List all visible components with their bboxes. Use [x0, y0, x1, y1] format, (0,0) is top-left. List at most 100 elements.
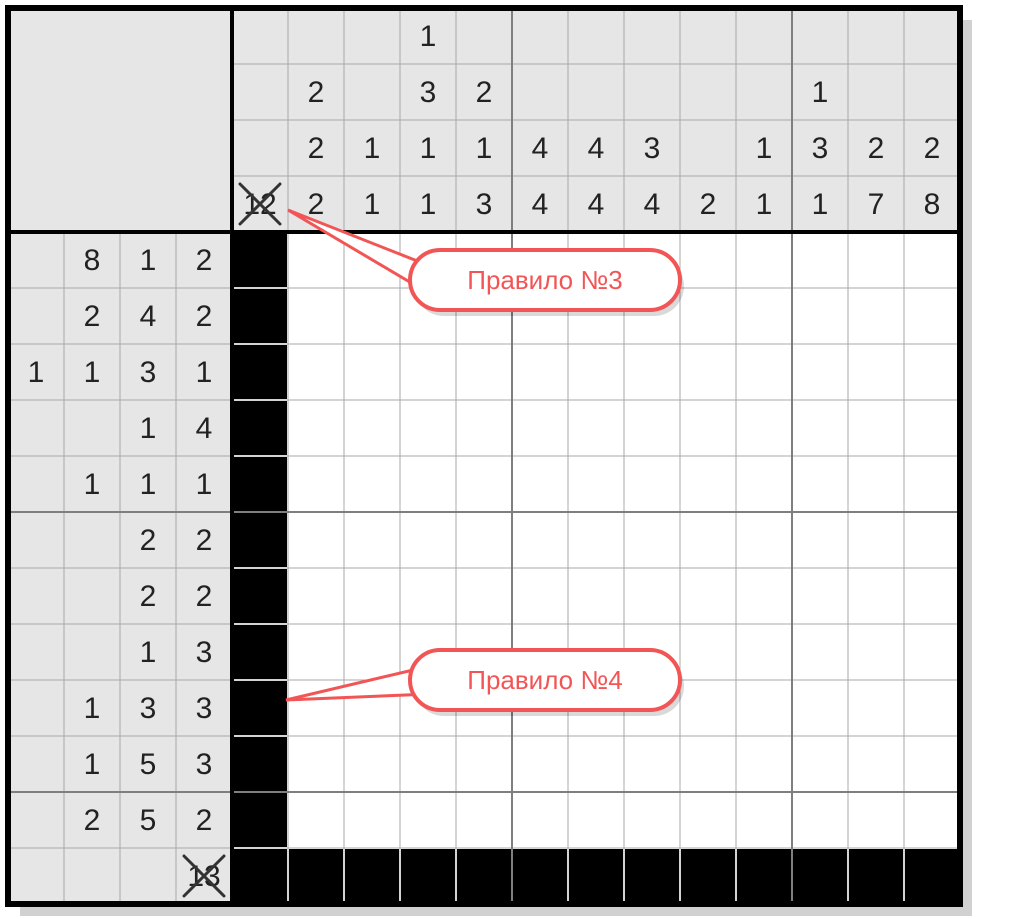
grid-cell[interactable]: [344, 568, 400, 624]
grid-cell[interactable]: [680, 344, 736, 400]
grid-cell[interactable]: [904, 624, 960, 680]
grid-cell[interactable]: [400, 456, 456, 512]
grid-cell[interactable]: [736, 456, 792, 512]
grid-cell[interactable]: [512, 512, 568, 568]
grid-cell[interactable]: [624, 344, 680, 400]
grid-cell[interactable]: [288, 512, 344, 568]
grid-cell[interactable]: [456, 512, 512, 568]
grid-cell[interactable]: [848, 456, 904, 512]
grid-cell[interactable]: [904, 232, 960, 288]
grid-cell[interactable]: [792, 456, 848, 512]
grid-cell[interactable]: [512, 400, 568, 456]
grid-cell[interactable]: [288, 736, 344, 792]
grid-cell[interactable]: [792, 344, 848, 400]
grid-cell[interactable]: [848, 680, 904, 736]
grid-cell[interactable]: [904, 512, 960, 568]
grid-cell[interactable]: [568, 400, 624, 456]
grid-cell[interactable]: [288, 344, 344, 400]
grid-cell[interactable]: [624, 512, 680, 568]
grid-cell[interactable]: [792, 680, 848, 736]
grid-cell[interactable]: [736, 232, 792, 288]
grid-cell[interactable]: [736, 512, 792, 568]
grid-cell[interactable]: [848, 624, 904, 680]
grid-cell[interactable]: [456, 344, 512, 400]
grid-cell[interactable]: [792, 512, 848, 568]
grid-cell[interactable]: [904, 680, 960, 736]
grid-cell[interactable]: [400, 512, 456, 568]
grid-cell[interactable]: [848, 400, 904, 456]
grid-cell[interactable]: [680, 736, 736, 792]
grid-cell[interactable]: [680, 400, 736, 456]
grid-cell[interactable]: [456, 456, 512, 512]
grid-cell[interactable]: [288, 568, 344, 624]
grid-cell[interactable]: [344, 512, 400, 568]
grid-cell[interactable]: [848, 568, 904, 624]
grid-cell[interactable]: [568, 512, 624, 568]
grid-cell[interactable]: [624, 736, 680, 792]
grid-cell[interactable]: [344, 456, 400, 512]
grid-cell[interactable]: [904, 736, 960, 792]
grid-cell[interactable]: [792, 400, 848, 456]
grid-cell[interactable]: [288, 288, 344, 344]
grid-cell[interactable]: [624, 568, 680, 624]
grid-cell[interactable]: [568, 792, 624, 848]
grid-cell[interactable]: [512, 344, 568, 400]
grid-cell[interactable]: [792, 232, 848, 288]
grid-cell[interactable]: [904, 456, 960, 512]
grid-cell[interactable]: [568, 736, 624, 792]
grid-cell[interactable]: [288, 456, 344, 512]
grid-cell[interactable]: [680, 232, 736, 288]
grid-cell[interactable]: [736, 736, 792, 792]
grid-cell[interactable]: [400, 736, 456, 792]
grid-cell[interactable]: [512, 456, 568, 512]
grid-cell[interactable]: [680, 624, 736, 680]
grid-cell[interactable]: [848, 288, 904, 344]
grid-cell[interactable]: [792, 792, 848, 848]
grid-cell[interactable]: [288, 232, 344, 288]
grid-cell[interactable]: [848, 792, 904, 848]
grid-cell[interactable]: [680, 512, 736, 568]
grid-cell[interactable]: [736, 624, 792, 680]
grid-cell[interactable]: [288, 792, 344, 848]
grid-cell[interactable]: [736, 792, 792, 848]
grid-cell[interactable]: [456, 736, 512, 792]
grid-cell[interactable]: [456, 568, 512, 624]
grid-cell[interactable]: [456, 400, 512, 456]
grid-cell[interactable]: [904, 792, 960, 848]
grid-cell[interactable]: [736, 344, 792, 400]
grid-cell[interactable]: [456, 792, 512, 848]
grid-cell[interactable]: [680, 568, 736, 624]
grid-cell[interactable]: [400, 400, 456, 456]
grid-cell[interactable]: [848, 512, 904, 568]
grid-cell[interactable]: [680, 456, 736, 512]
grid-cell[interactable]: [288, 400, 344, 456]
grid-cell[interactable]: [344, 736, 400, 792]
grid-cell[interactable]: [344, 344, 400, 400]
grid-cell[interactable]: [792, 568, 848, 624]
grid-cell[interactable]: [512, 736, 568, 792]
grid-cell[interactable]: [848, 344, 904, 400]
grid-cell[interactable]: [792, 736, 848, 792]
grid-cell[interactable]: [792, 624, 848, 680]
grid-cell[interactable]: [568, 456, 624, 512]
grid-cell[interactable]: [736, 568, 792, 624]
grid-cell[interactable]: [736, 288, 792, 344]
grid-cell[interactable]: [904, 288, 960, 344]
grid-cell[interactable]: [624, 456, 680, 512]
grid-cell[interactable]: [400, 792, 456, 848]
grid-cell[interactable]: [512, 568, 568, 624]
grid-cell[interactable]: [344, 792, 400, 848]
grid-cell[interactable]: [736, 400, 792, 456]
grid-cell[interactable]: [848, 736, 904, 792]
grid-cell[interactable]: [624, 792, 680, 848]
grid-cell[interactable]: [792, 288, 848, 344]
grid-cell[interactable]: [288, 624, 344, 680]
grid-cell[interactable]: [848, 232, 904, 288]
grid-cell[interactable]: [344, 400, 400, 456]
grid-cell[interactable]: [904, 400, 960, 456]
grid-cell[interactable]: [904, 568, 960, 624]
grid-cell[interactable]: [736, 680, 792, 736]
grid-cell[interactable]: [680, 792, 736, 848]
grid-cell[interactable]: [512, 792, 568, 848]
grid-cell[interactable]: [400, 568, 456, 624]
